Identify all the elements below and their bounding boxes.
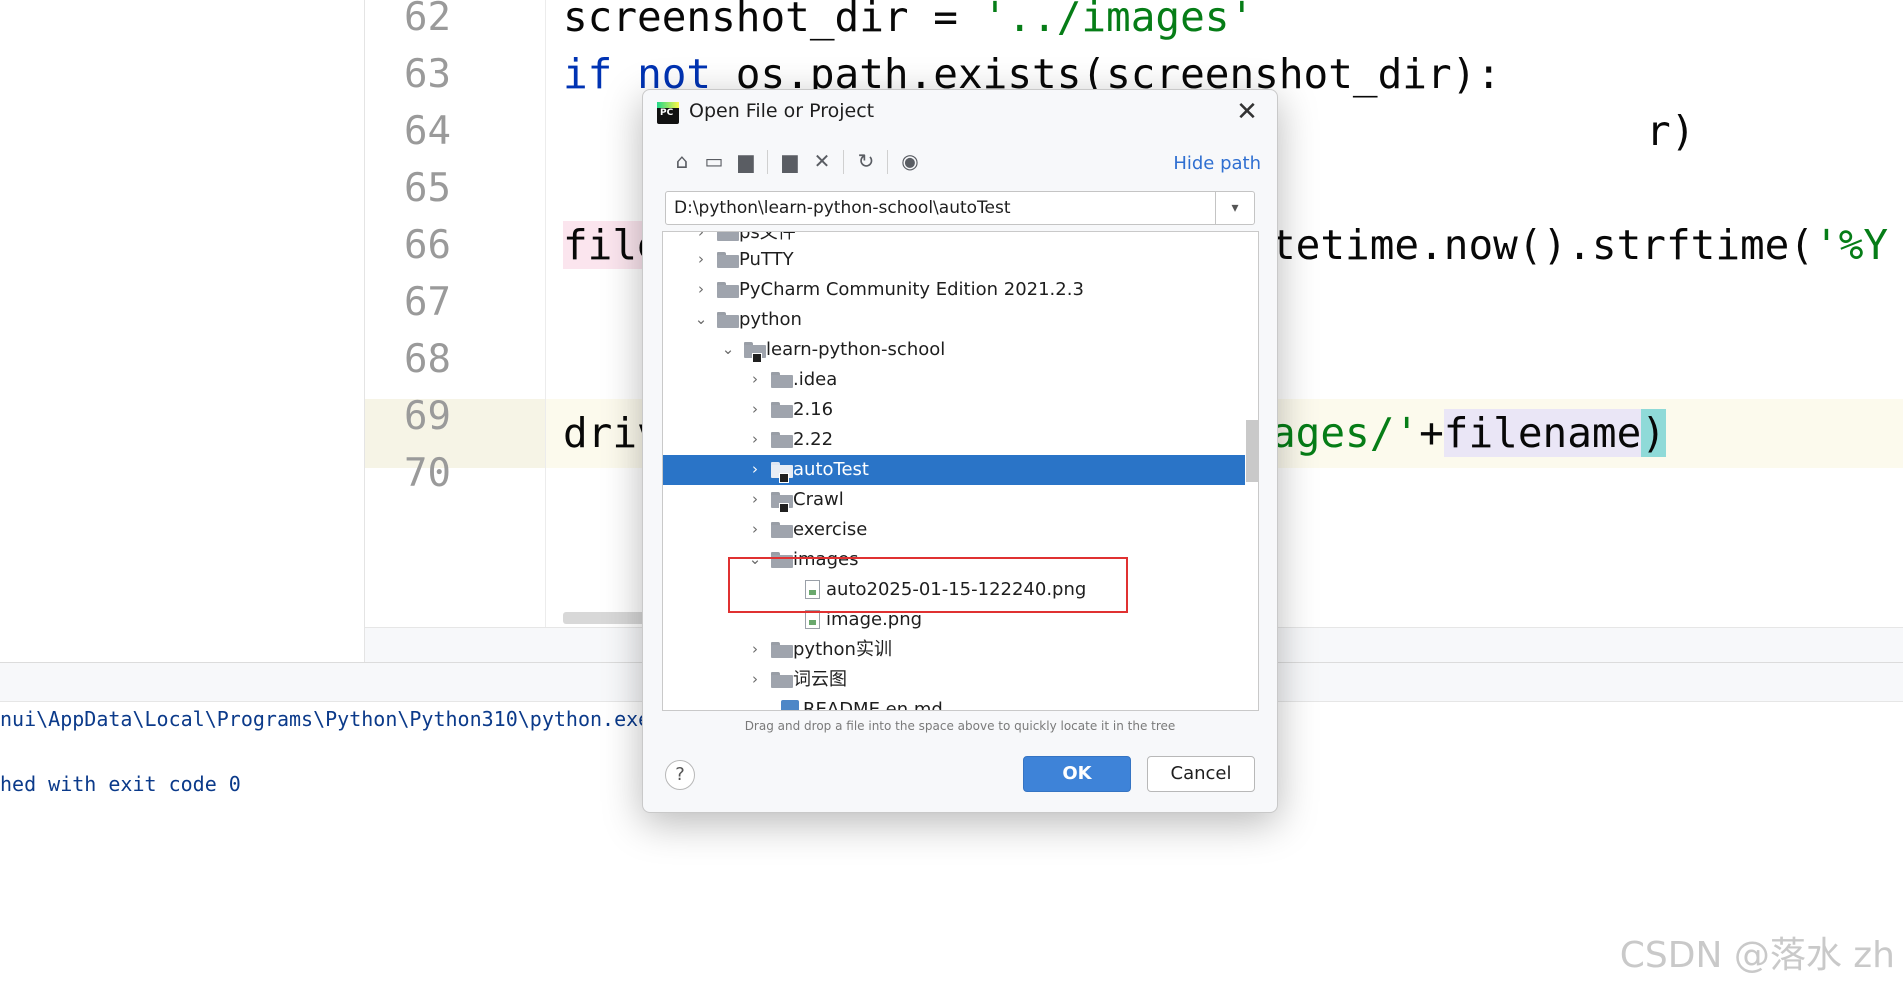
tree-item-putty[interactable]: › PuTTY <box>663 245 1245 275</box>
code-token: screenshot_dir = <box>563 0 983 41</box>
chevron-right-icon[interactable]: › <box>747 485 763 515</box>
tree-item-wordcloud[interactable]: › 词云图 <box>663 665 1245 695</box>
tree-item-label: 词云图 <box>793 669 847 690</box>
hide-path-link[interactable]: Hide path <box>1173 153 1261 174</box>
show-hidden-files-icon[interactable]: ◉ <box>895 146 925 176</box>
folder-icon <box>771 522 793 538</box>
desktop-icon[interactable]: ▭ <box>699 146 729 176</box>
tree-item-label: exercise <box>793 519 868 540</box>
tree-item-label: PyCharm Community Edition 2021.2.3 <box>739 279 1084 300</box>
console-output-line: nui\AppData\Local\Programs\Python\Python… <box>0 707 651 731</box>
tree-item-label: learn-python-school <box>766 339 946 360</box>
module-marker-icon <box>779 503 789 513</box>
folder-icon <box>717 312 739 328</box>
chevron-down-icon[interactable]: ⌄ <box>693 305 709 335</box>
dialog-titlebar[interactable]: PC Open File or Project ✕ <box>643 90 1277 136</box>
tree-item-2-16[interactable]: › 2.16 <box>663 395 1245 425</box>
tree-item-label: 2.22 <box>793 429 834 450</box>
gutter-separator <box>545 0 546 627</box>
tree-item-label: PuTTY <box>739 249 794 270</box>
close-icon[interactable]: ✕ <box>1231 96 1263 128</box>
tree-item-idea[interactable]: › .idea <box>663 365 1245 395</box>
watermark: CSDN @落水 zh <box>1619 935 1895 976</box>
toolbar-separator <box>767 150 768 174</box>
chevron-right-icon[interactable]: › <box>747 635 763 665</box>
string-token: '../images' <box>982 0 1255 41</box>
dialog-title: Open File or Project <box>689 100 875 122</box>
code-token: filename <box>1443 409 1642 457</box>
tree-item-readme[interactable]: README.en.md <box>663 695 1245 711</box>
tree-item-exercise[interactable]: › exercise <box>663 515 1245 545</box>
tree-item-label: autoTest <box>793 459 869 480</box>
chevron-right-icon[interactable]: › <box>747 665 763 695</box>
code-token: tetime.now().strftime( <box>1271 221 1815 269</box>
string-token: '%Y <box>1814 221 1889 269</box>
tree-item-label: python <box>739 309 802 330</box>
tree-item-autotest[interactable]: › autoTest <box>663 455 1245 485</box>
chevron-right-icon[interactable]: › <box>747 515 763 545</box>
folder-icon <box>717 252 739 268</box>
folder-icon <box>717 282 739 298</box>
new-folder-icon[interactable]: ▆ <box>775 146 805 176</box>
folder-icon <box>771 372 793 388</box>
code-line-64: r) <box>1646 97 1695 166</box>
chevron-right-icon[interactable]: › <box>693 275 709 305</box>
line-number: 70 <box>404 451 451 496</box>
project-folder-icon[interactable]: ▆ <box>731 146 761 176</box>
tree-item-crawl[interactable]: › Crawl <box>663 485 1245 515</box>
code-token: ) <box>1641 409 1666 457</box>
drag-drop-hint: Drag and drop a file into the space abov… <box>744 719 1176 733</box>
chevron-right-icon[interactable]: › <box>747 395 763 425</box>
tree-item-pycharm[interactable]: › PyCharm Community Edition 2021.2.3 <box>663 275 1245 305</box>
tree-item-label: python实训 <box>793 639 892 660</box>
folder-icon <box>771 402 793 418</box>
folder-icon <box>717 232 739 241</box>
path-input[interactable] <box>666 192 1216 224</box>
tree-item-label: README.en.md <box>803 699 943 711</box>
tree-item-learn-python-school[interactable]: ⌄ learn-python-school <box>663 335 1245 365</box>
pycharm-icon: PC <box>657 102 679 124</box>
code-line-68-right: ages/'+filename) <box>1271 399 1666 468</box>
string-token: ages/' <box>1271 409 1420 457</box>
chevron-down-icon[interactable]: ⌄ <box>720 335 736 365</box>
module-marker-icon <box>779 473 789 483</box>
home-icon[interactable]: ⌂ <box>667 146 697 176</box>
tree-item-python-training[interactable]: › python实训 <box>663 635 1245 665</box>
help-button[interactable]: ? <box>665 760 695 790</box>
tree-item-label: .idea <box>793 369 838 390</box>
tree-item-2-22[interactable]: › 2.22 <box>663 425 1245 455</box>
delete-icon[interactable]: ✕ <box>807 146 837 176</box>
tree-item-python[interactable]: ⌄ python <box>663 305 1245 335</box>
console-output-line: hed with exit code 0 <box>0 772 241 796</box>
tree-item-label: Crawl <box>793 489 844 510</box>
open-file-dialog: PC Open File or Project ✕ ⌂ ▭ ▆ ▆ ✕ ↻ ◉ … <box>642 89 1278 813</box>
code-line-66-right: tetime.now().strftime('%Y <box>1271 211 1888 280</box>
folder-icon <box>771 672 793 688</box>
module-marker-icon <box>752 353 762 363</box>
keyword-token: if <box>563 50 613 98</box>
path-field: ▾ <box>665 191 1255 225</box>
folder-icon <box>771 432 793 448</box>
chevron-down-icon[interactable]: ▾ <box>1215 192 1254 224</box>
annotation-highlight-box <box>728 557 1128 613</box>
chevron-right-icon[interactable]: › <box>747 455 763 485</box>
markdown-file-icon <box>781 700 799 710</box>
app-icon-text: PC <box>660 108 674 118</box>
cancel-button[interactable]: Cancel <box>1147 756 1255 792</box>
code-token: r) <box>1646 107 1696 155</box>
refresh-icon[interactable]: ↻ <box>851 146 881 176</box>
code-token: + <box>1419 409 1444 457</box>
folder-icon <box>771 642 793 658</box>
toolbar-separator <box>843 150 844 174</box>
chevron-right-icon[interactable]: › <box>747 425 763 455</box>
file-tree[interactable]: › ps文件 › PuTTY › PyCharm Community Editi… <box>662 231 1259 711</box>
tree-scrollbar[interactable] <box>1246 420 1258 482</box>
chevron-right-icon[interactable]: › <box>747 365 763 395</box>
chevron-right-icon[interactable]: › <box>693 245 709 275</box>
ok-button[interactable]: OK <box>1023 756 1131 792</box>
left-panel <box>0 0 364 662</box>
tree-item-label: 2.16 <box>793 399 834 420</box>
toolbar-separator <box>887 150 888 174</box>
